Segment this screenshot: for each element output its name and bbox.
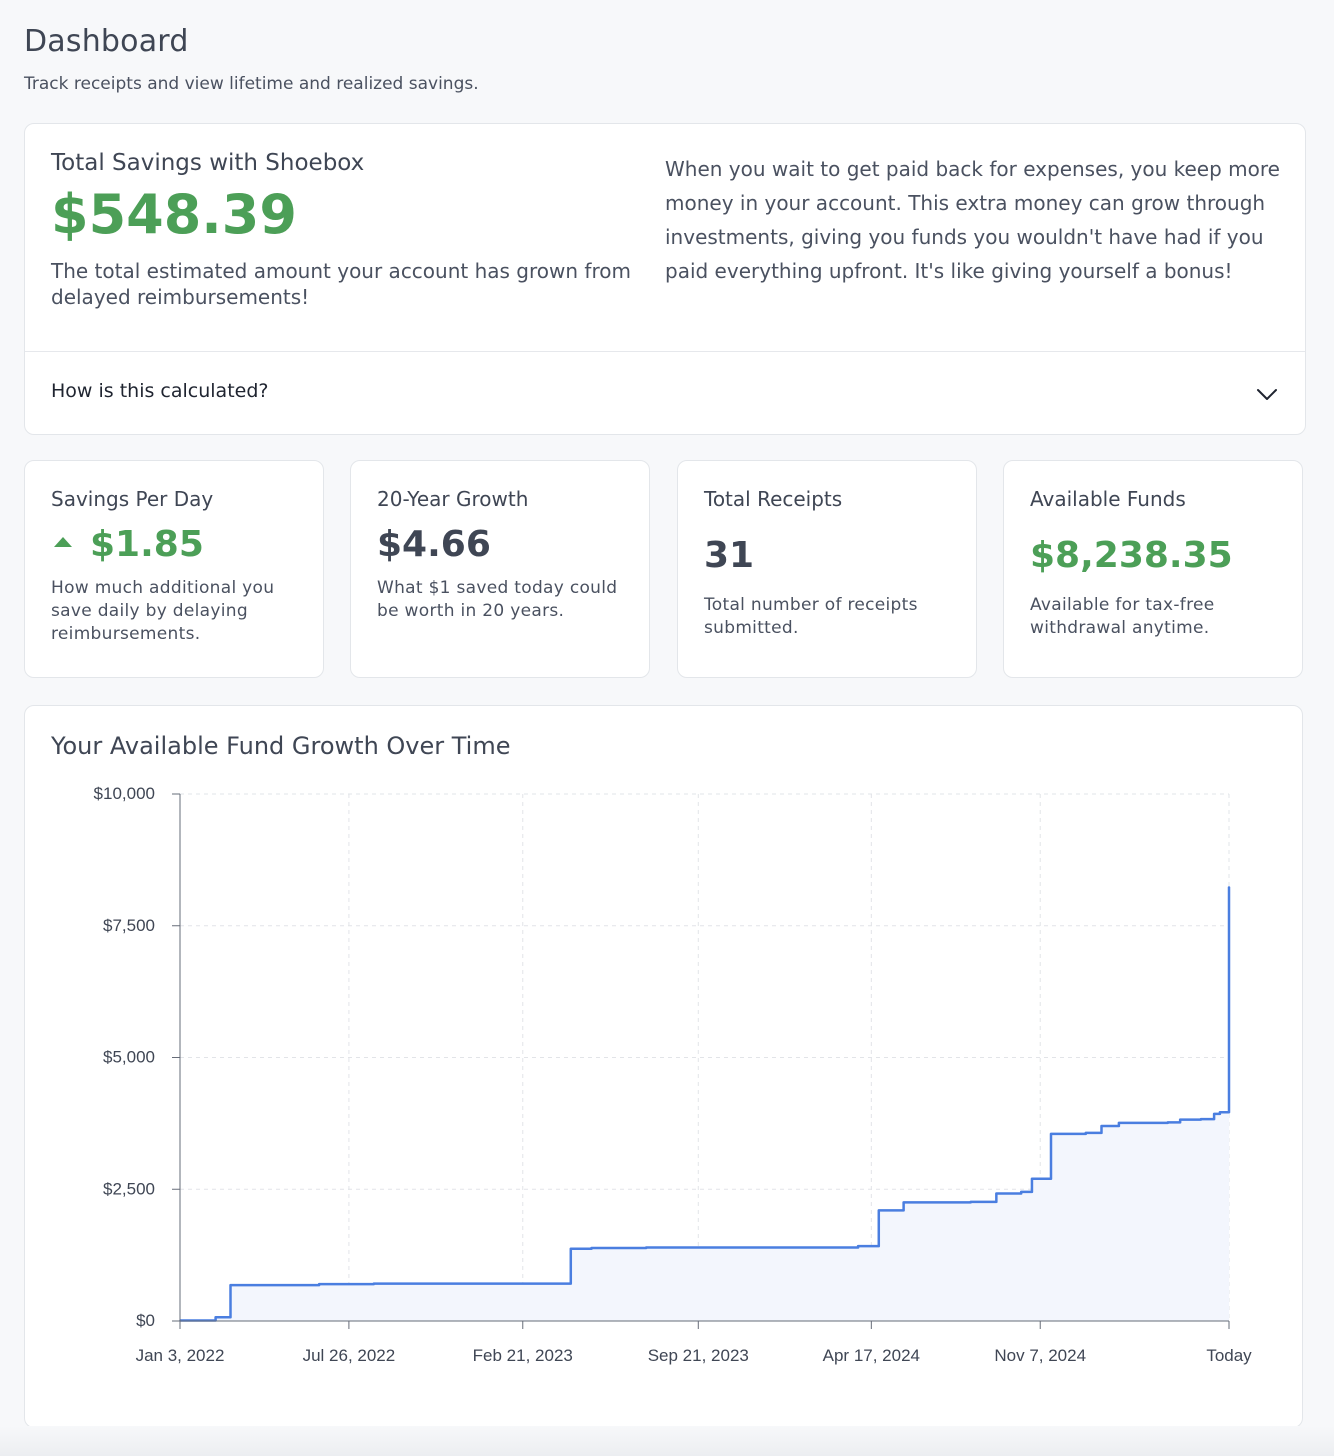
- data-point: [229, 1284, 232, 1286]
- data-point: [1118, 1122, 1120, 1124]
- stat-title: Available Funds: [1030, 487, 1186, 511]
- fund-growth-chart-card: Your Available Fund Growth Over Time $0 $…: [24, 705, 1303, 1428]
- data-point: [1084, 1132, 1087, 1134]
- data-point: [1228, 886, 1230, 888]
- stat-value: 31: [704, 535, 755, 576]
- data-point: [1200, 1118, 1202, 1120]
- total-savings-summary: Total Savings with Shoebox $548.39 The t…: [51, 150, 641, 310]
- x-tick-label: Nov 7, 2024: [994, 1346, 1086, 1365]
- data-point: [1100, 1125, 1103, 1127]
- total-savings-amount: $548.39: [51, 183, 297, 246]
- y-tick-label: $0: [136, 1311, 155, 1330]
- data-point: [1179, 1118, 1181, 1121]
- stat-title: 20-Year Growth: [377, 487, 529, 511]
- chart-area: [179, 886, 1231, 1322]
- stat-description: Total number of receipts submitted.: [704, 594, 918, 638]
- stat-title: Total Receipts: [704, 487, 843, 511]
- data-point: [1166, 1121, 1169, 1124]
- data-point: [1031, 1177, 1033, 1180]
- bottom-fade: [0, 1426, 1334, 1456]
- stat-value: $1.85: [90, 524, 204, 565]
- data-point: [857, 1245, 859, 1247]
- total-savings-card: Total Savings with Shoebox $548.39 The t…: [24, 123, 1306, 435]
- chevron-down-icon[interactable]: [1255, 382, 1279, 406]
- stat-value: $4.66: [377, 524, 491, 565]
- how-calculated-accordion[interactable]: How is this calculated?: [25, 352, 1305, 435]
- arrow-up-icon: [54, 537, 72, 547]
- stat-card-available-funds: Available Funds $8,238.35 Available for …: [1003, 460, 1303, 678]
- data-point: [1020, 1191, 1022, 1193]
- x-tick-label: Jan 3, 2022: [136, 1346, 225, 1365]
- fund-growth-chart: $0 $2,500 $5,000 $7,500 $10,000 Jan 3, 2022 Ju…: [94, 784, 1253, 1365]
- savings-explanation: When you wait to get paid back for expen…: [665, 157, 1280, 283]
- page-subtitle: Track receipts and view lifetime and rea…: [24, 74, 479, 94]
- page-title: Dashboard: [24, 24, 189, 59]
- stat-value: $8,238.35: [1030, 535, 1233, 576]
- data-point: [214, 1316, 217, 1319]
- data-point: [590, 1247, 593, 1249]
- how-calculated-label: How is this calculated?: [51, 380, 269, 402]
- x-tick-label: Feb 21, 2023: [473, 1346, 573, 1365]
- stat-description: What $1 saved today could be worth in 20…: [377, 577, 618, 621]
- data-point: [318, 1283, 320, 1285]
- stat-title: Savings Per Day: [51, 487, 214, 511]
- y-tick-label: $10,000: [94, 784, 155, 803]
- data-point: [1213, 1113, 1215, 1115]
- x-tick-label: Sep 21, 2023: [648, 1346, 749, 1365]
- data-point: [645, 1246, 647, 1249]
- data-point: [1219, 1111, 1221, 1114]
- series-area-fill: [180, 886, 1229, 1321]
- x-tick-label: Today: [1206, 1346, 1252, 1365]
- data-point: [995, 1192, 998, 1195]
- y-tick-label: $2,500: [103, 1179, 155, 1198]
- data-point: [1050, 1133, 1052, 1135]
- data-point: [969, 1201, 972, 1203]
- data-point: [569, 1248, 572, 1250]
- total-savings-description: The total estimated amount your account …: [51, 259, 631, 310]
- data-point: [902, 1201, 905, 1204]
- y-tick-label: $5,000: [103, 1048, 155, 1067]
- data-point: [372, 1282, 375, 1285]
- stat-description: Available for tax-free withdrawal anytim…: [1030, 594, 1215, 638]
- stat-description: How much additional you save daily by de…: [51, 577, 275, 644]
- data-point: [877, 1209, 880, 1212]
- x-tick-label: Jul 26, 2022: [303, 1346, 396, 1365]
- stat-value-row: $1.85: [51, 525, 303, 565]
- x-tick-label: Apr 17, 2024: [823, 1346, 920, 1365]
- stat-card-20-year-growth: 20-Year Growth $4.66 What $1 saved today…: [350, 460, 650, 678]
- stat-card-savings-per-day: Savings Per Day $1.85 How much additiona…: [24, 460, 324, 678]
- stat-card-total-receipts: Total Receipts 31 Total number of receip…: [677, 460, 977, 678]
- total-savings-heading: Total Savings with Shoebox: [51, 150, 365, 176]
- y-tick-label: $7,500: [103, 916, 155, 935]
